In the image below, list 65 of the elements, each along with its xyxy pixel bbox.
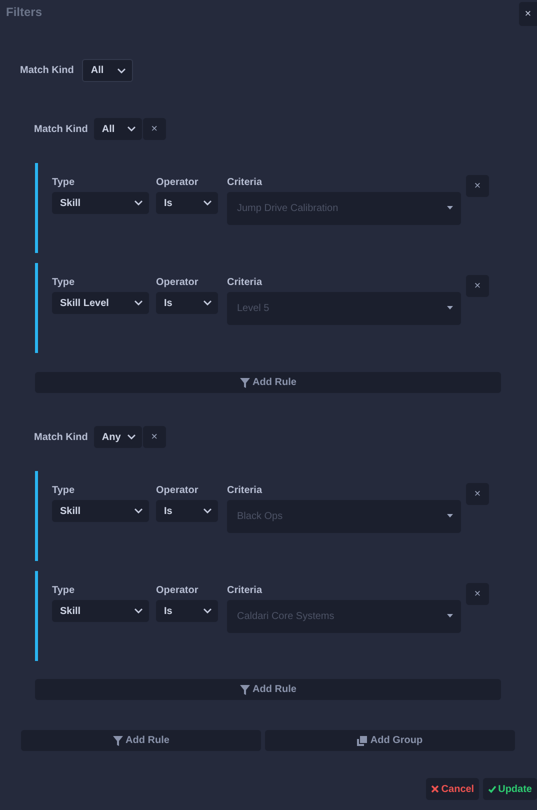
- close-button[interactable]: ×: [519, 2, 537, 26]
- field-label: Operator: [156, 485, 200, 496]
- funnel-icon: [240, 684, 250, 694]
- operator-dropdown[interactable]: Is: [156, 292, 218, 314]
- type-dropdown[interactable]: Skill: [52, 600, 149, 622]
- close-icon: [431, 785, 440, 793]
- field-label: Type: [52, 485, 76, 496]
- criteria-dropdown[interactable]: Caldari Core Systems: [227, 600, 461, 633]
- match-kind-dropdown[interactable]: Any: [94, 426, 142, 448]
- check-icon: [488, 785, 496, 793]
- chevron-icon: [134, 300, 143, 306]
- cancel-button[interactable]: Cancel: [426, 778, 480, 800]
- field-label: Type: [52, 177, 76, 188]
- field-label: Operator: [156, 585, 200, 596]
- type-dropdown[interactable]: Skill: [52, 500, 149, 522]
- match-kind-label: Match Kind: [34, 432, 88, 442]
- caret-icon: [447, 614, 453, 618]
- caret-icon: [447, 206, 453, 210]
- add-group-button[interactable]: Add Group: [265, 730, 515, 751]
- type-dropdown[interactable]: Skill: [52, 192, 149, 214]
- match-kind-dropdown[interactable]: All: [82, 59, 133, 82]
- match-kind-label: Match Kind: [20, 65, 74, 76]
- chevron-icon: [126, 434, 136, 440]
- chevron-icon: [134, 200, 143, 206]
- field-label: Type: [52, 585, 76, 596]
- remove-group-button[interactable]: ×: [142, 118, 166, 140]
- add-rule-button[interactable]: Add Rule: [35, 679, 501, 700]
- remove-group-button[interactable]: ×: [142, 426, 166, 448]
- criteria-dropdown[interactable]: Black Ops: [227, 500, 461, 533]
- match-kind-label: Match Kind: [34, 124, 88, 134]
- update-button[interactable]: Update: [483, 778, 537, 800]
- chevron-icon: [126, 126, 136, 132]
- field-label: Criteria: [227, 585, 264, 596]
- match-kind-dropdown[interactable]: All: [94, 118, 142, 140]
- remove-rule-button[interactable]: ×: [466, 583, 489, 605]
- operator-dropdown[interactable]: Is: [156, 500, 218, 522]
- remove-rule-button[interactable]: ×: [466, 275, 489, 297]
- copy-icon: [357, 736, 368, 746]
- field-label: Type: [52, 277, 76, 288]
- chevron-icon: [134, 608, 143, 614]
- remove-rule-button[interactable]: ×: [466, 483, 489, 505]
- add-rule-button[interactable]: Add Rule: [21, 730, 261, 751]
- chevron-icon: [203, 300, 212, 306]
- field-label: Criteria: [227, 177, 264, 188]
- caret-icon: [447, 514, 453, 518]
- criteria-dropdown[interactable]: Jump Drive Calibration: [227, 192, 461, 225]
- field-label: Criteria: [227, 277, 264, 288]
- funnel-icon: [240, 378, 250, 388]
- caret-icon: [447, 306, 453, 310]
- funnel-icon: [112, 736, 123, 746]
- chevron-icon: [203, 608, 212, 614]
- operator-dropdown[interactable]: Is: [156, 600, 218, 622]
- field-label: Operator: [156, 177, 200, 188]
- dialog-title: Filters: [5, 4, 42, 21]
- field-label: Operator: [156, 277, 200, 288]
- chevron-icon: [134, 508, 143, 514]
- field-label: Criteria: [227, 485, 264, 496]
- chevron-icon: [203, 200, 212, 206]
- remove-rule-button[interactable]: ×: [466, 175, 489, 197]
- add-rule-button[interactable]: Add Rule: [35, 372, 501, 393]
- chevron-icon: [116, 68, 126, 74]
- chevron-icon: [203, 508, 212, 514]
- criteria-dropdown[interactable]: Level 5: [227, 292, 461, 325]
- type-dropdown[interactable]: Skill Level: [52, 292, 149, 314]
- operator-dropdown[interactable]: Is: [156, 192, 218, 214]
